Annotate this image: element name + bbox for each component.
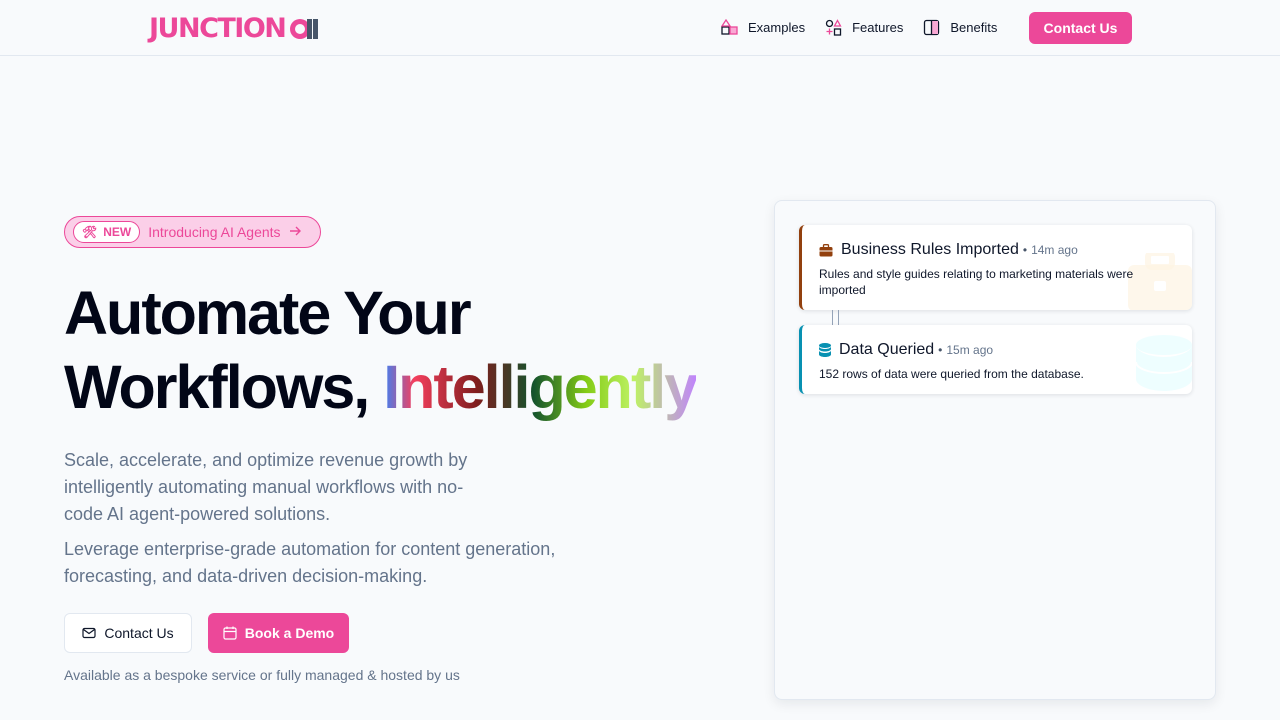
database-icon [819,343,831,357]
announcement-badge[interactable]: 🛠 NEW Introducing AI Agents [64,216,321,248]
logo-text: JUNCTION [149,12,287,44]
nav-links: Examples Features Benefits [721,17,1017,37]
nav-contact-button[interactable]: Contact Us [1029,12,1132,44]
nav-link-features[interactable]: Features [825,18,904,36]
new-pill: 🛠 NEW [73,221,141,243]
hero-subtitle: Scale, accelerate, and optimize revenue … [64,450,468,524]
calendar-icon [223,626,237,640]
timeline-connector [832,310,839,325]
new-label: NEW [103,225,132,239]
badge-text: Introducing AI Agents [148,224,281,240]
nav-link-examples[interactable]: Examples [721,18,806,36]
hero-headline: Automate Your Workflows, Intelligently [64,276,704,424]
activity-card[interactable]: Data Queried • 15m ago 152 rows of data … [799,325,1192,394]
logo[interactable]: JUNCTION [149,12,319,44]
activity-title: Data Queried [839,341,935,358]
top-nav: JUNCTION Examples Features Benefits Cont… [0,0,1280,56]
activity-panel: Business Rules Imported • 14m ago Rules … [774,200,1216,700]
nav-link-label: Features [852,19,904,35]
book-demo-button[interactable]: Book a Demo [208,613,349,653]
tools-icon: 🛠 [82,225,98,239]
features-icon [825,18,842,36]
nav-link-label: Examples [748,19,806,35]
headline-line2-prefix: Workflows, [64,353,370,421]
shapes-icon [721,18,738,35]
book-demo-label: Book a Demo [244,625,335,641]
headline-gradient-word: Intelligently [383,353,698,421]
activity-card-header: Business Rules Imported • 14m ago [819,241,1078,259]
headline-line1: Automate Your [64,279,472,347]
nav-link-label: Benefits [950,19,998,35]
database-watermark-icon [1136,335,1192,391]
logo-ai-mark [289,15,319,41]
availability-note: Available as a bespoke service or fully … [64,667,460,683]
hero-subtitle-secondary: Leverage enterprise-grade automation for… [64,539,556,586]
nav-link-benefits[interactable]: Benefits [923,19,997,36]
separator-dot: • [938,343,943,357]
activity-time: 14m ago [1031,243,1078,257]
activity-title: Business Rules Imported [841,241,1019,258]
contact-us-button[interactable]: Contact Us [64,613,192,653]
activity-description: 152 rows of data were queried from the d… [819,367,1084,381]
briefcase-icon [819,243,833,257]
activity-time: 15m ago [946,343,994,357]
activity-card-header: Data Queried • 15m ago [819,341,993,359]
contact-us-label: Contact Us [104,625,174,641]
mail-icon [82,627,96,639]
separator-dot: • [1022,243,1028,257]
book-icon [924,19,940,35]
activity-card[interactable]: Business Rules Imported • 14m ago Rules … [799,225,1192,310]
activity-description: Rules and style guides relating to marke… [819,267,1134,297]
arrow-right-icon [289,224,301,240]
